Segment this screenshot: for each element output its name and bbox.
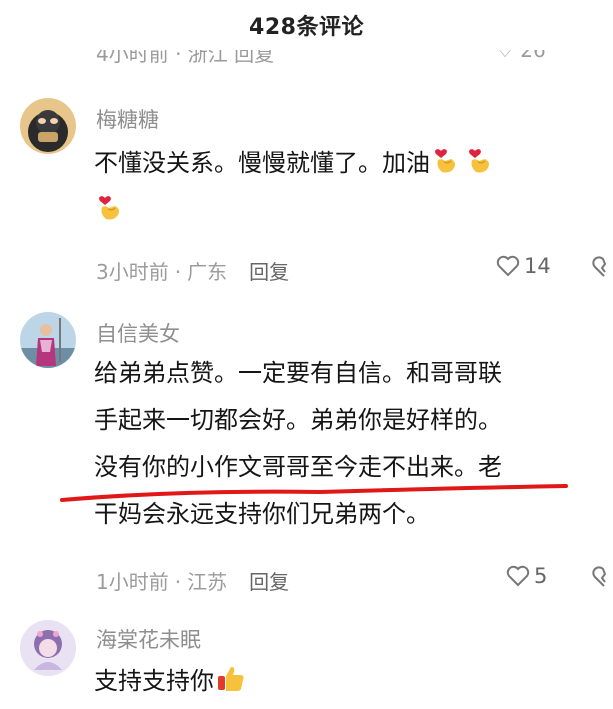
- like-count: 5: [534, 564, 548, 588]
- avatar[interactable]: [20, 312, 76, 368]
- avatar[interactable]: [20, 620, 76, 676]
- comment-meta: 3小时前 · 广东 回复: [96, 256, 289, 285]
- reply-button[interactable]: 回复: [249, 570, 289, 594]
- comment-line: 给弟弟点赞。一定要有自信。和哥哥联: [94, 359, 502, 387]
- fingers-heart-emoji: [432, 144, 462, 174]
- like-button[interactable]: 5: [506, 564, 547, 588]
- comment-text: 支持支持你: [94, 658, 613, 705]
- comment-line: 支持支持你: [94, 658, 613, 705]
- username[interactable]: 梅糖糖: [96, 104, 159, 134]
- dislike-icon[interactable]: [592, 565, 613, 589]
- comment-line: 不懂没关系。慢慢就懂了。加油: [94, 140, 613, 187]
- comment-line: 没有你的小作文哥哥至今走不出来。老: [94, 453, 502, 481]
- dislike-icon[interactable]: [592, 255, 613, 279]
- comments-header: 428条评论: [0, 0, 613, 50]
- meta-separator: ·: [174, 260, 182, 284]
- comment-time: 1小时前: [96, 570, 169, 594]
- username[interactable]: 海棠花未眠: [96, 624, 201, 654]
- comment-text: 不懂没关系。慢慢就懂了。加油: [94, 140, 613, 234]
- comment-location: 广东: [187, 260, 228, 284]
- comment-count-title: 428条评论: [249, 15, 364, 40]
- thumbs-up-emoji: [216, 662, 246, 692]
- comment-time: 3小时前: [96, 260, 169, 284]
- comment-location: 江苏: [187, 570, 228, 594]
- comment-meta: 1小时前 · 江苏 回复: [96, 566, 289, 595]
- heart-icon: [496, 255, 520, 277]
- heart-icon: [506, 565, 530, 587]
- avatar[interactable]: [20, 98, 76, 154]
- meta-separator: ·: [174, 570, 182, 594]
- comment-text: 给弟弟点赞。一定要有自信。和哥哥联 手起来一切都会好。弟弟你是好样的。 没有你的…: [94, 350, 613, 538]
- comment-line: [94, 187, 613, 234]
- comment-line: 手起来一切都会好。弟弟你是好样的。: [94, 406, 502, 434]
- comment-line-text: 不懂没关系。慢慢就懂了。加油: [94, 149, 430, 177]
- comment-line: 干妈会永远支持你们兄弟两个。: [94, 500, 430, 528]
- fingers-heart-emoji: [466, 144, 496, 174]
- fingers-heart-emoji: [96, 191, 126, 221]
- username[interactable]: 自信美女: [96, 318, 180, 348]
- like-button[interactable]: 14: [496, 254, 551, 278]
- reply-button[interactable]: 回复: [249, 260, 289, 284]
- comment-line-text: 支持支持你: [94, 667, 214, 695]
- like-count: 14: [524, 254, 551, 278]
